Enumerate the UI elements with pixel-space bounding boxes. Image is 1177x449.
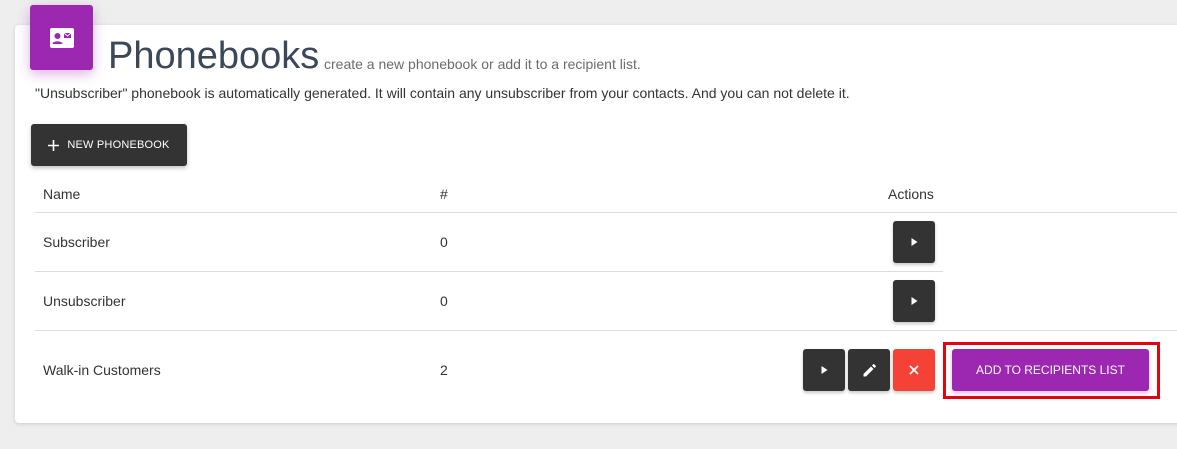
row-count: 0	[440, 293, 448, 309]
view-button[interactable]	[893, 280, 935, 322]
row-name: Subscriber	[43, 234, 110, 250]
pencil-icon	[863, 363, 876, 376]
play-icon	[911, 297, 918, 305]
row-count: 0	[440, 234, 448, 250]
header-divider	[35, 212, 1177, 213]
column-header-count: #	[440, 186, 448, 202]
card-header-icon	[30, 5, 93, 70]
row-divider	[35, 330, 1177, 331]
row-name: Walk-in Customers	[43, 362, 161, 378]
page-title: Phonebooks	[108, 35, 320, 77]
view-button[interactable]	[803, 349, 845, 391]
column-header-name: Name	[43, 186, 81, 202]
add-to-recipients-button[interactable]: ADD TO RECIPIENTS LIST	[952, 349, 1149, 391]
row-count: 2	[440, 362, 448, 378]
close-icon	[909, 365, 919, 375]
info-text: "Unsubscriber" phonebook is automaticall…	[35, 85, 850, 101]
page-subtitle: create a new phonebook or add it to a re…	[324, 56, 641, 72]
play-icon	[911, 238, 918, 246]
edit-button[interactable]	[848, 349, 890, 391]
row-divider	[35, 271, 943, 272]
new-phonebook-label: NEW PHONEBOOK	[67, 139, 170, 151]
row-name: Unsubscriber	[43, 293, 126, 309]
delete-button[interactable]	[893, 349, 935, 391]
new-phonebook-button[interactable]: NEW PHONEBOOK	[31, 124, 187, 166]
view-button[interactable]	[893, 221, 935, 263]
column-header-actions: Actions	[888, 186, 934, 202]
play-icon	[821, 366, 828, 374]
contact-card-icon	[49, 27, 74, 48]
plus-icon	[48, 139, 60, 151]
